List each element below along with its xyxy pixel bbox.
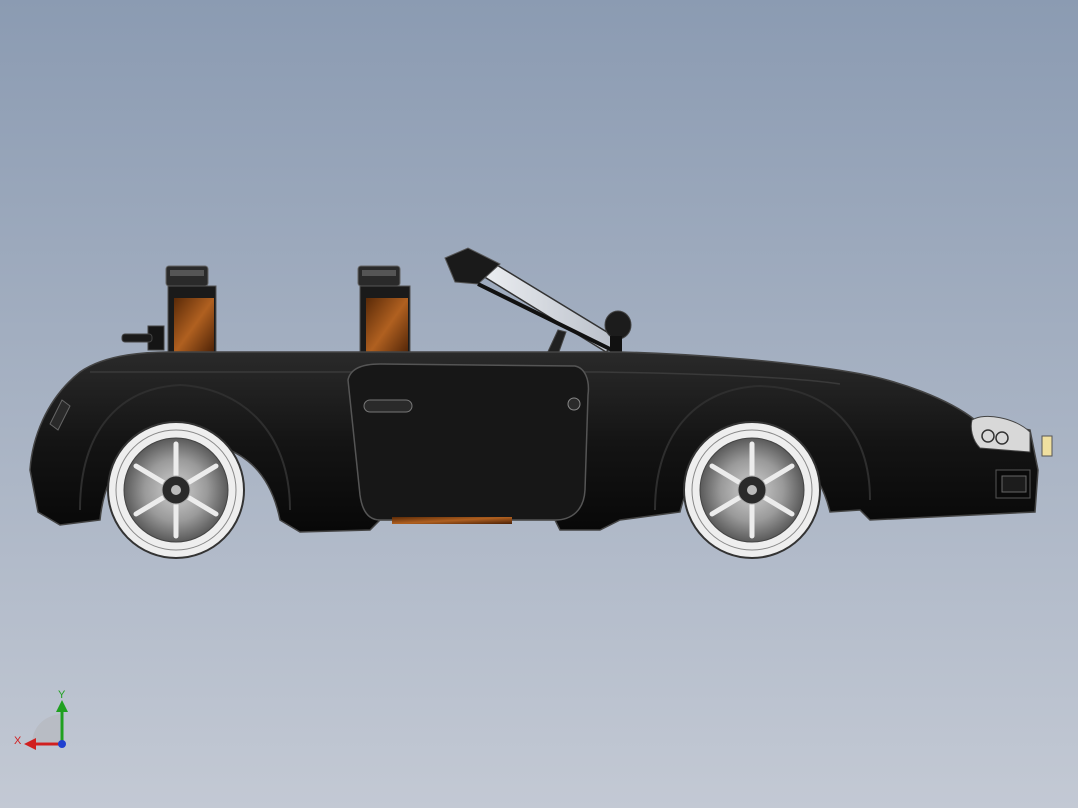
z-axis-dot bbox=[58, 740, 66, 748]
y-axis-label: Y bbox=[58, 689, 66, 701]
x-axis-label: X bbox=[14, 735, 22, 747]
front-marker-light bbox=[1041, 435, 1053, 457]
door-lock[interactable] bbox=[567, 397, 581, 411]
cad-graphics-viewport[interactable]: Y X bbox=[0, 0, 1078, 808]
front-seat-leather-insert bbox=[366, 298, 408, 358]
rear-wheel[interactable] bbox=[107, 421, 245, 559]
car-door[interactable] bbox=[347, 363, 590, 524]
rear-seat[interactable] bbox=[165, 265, 217, 357]
door-sill-trim bbox=[392, 517, 512, 524]
rear-seat-leather-insert bbox=[174, 298, 214, 354]
viewport-canvas[interactable]: Y X bbox=[0, 0, 1078, 808]
door-handle[interactable] bbox=[363, 399, 413, 413]
front-air-intake bbox=[995, 469, 1031, 499]
front-wheel[interactable] bbox=[683, 421, 821, 559]
